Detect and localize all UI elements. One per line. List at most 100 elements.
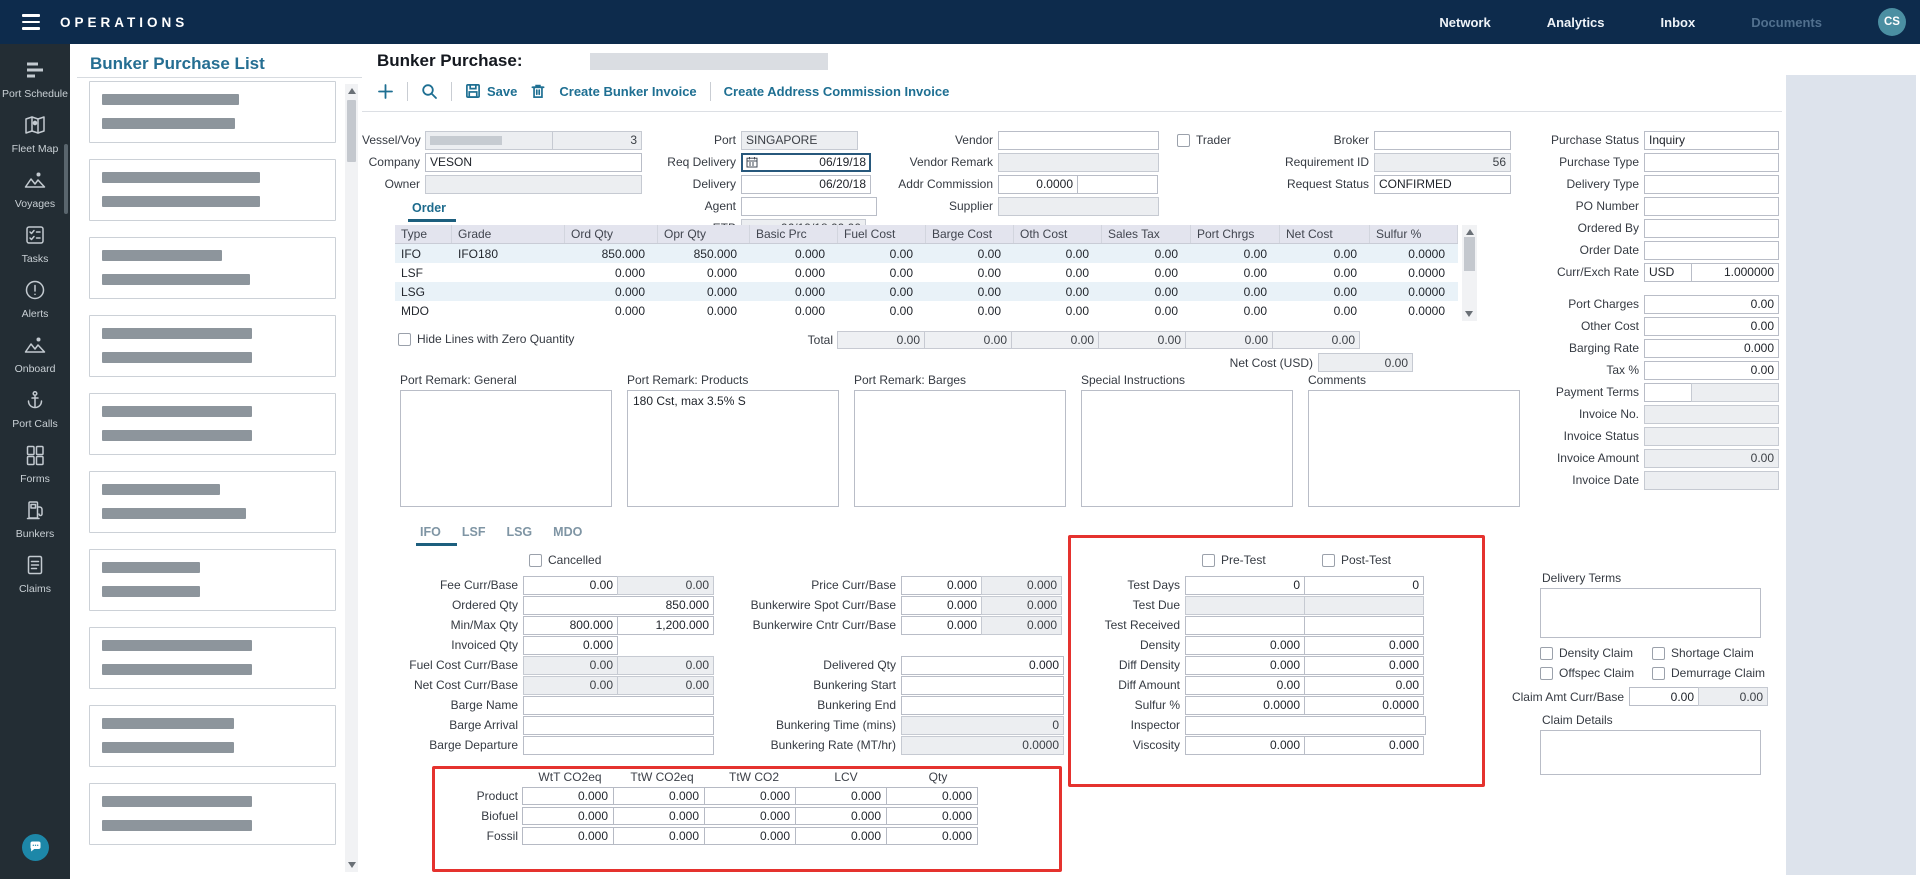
co2-cell[interactable]: 0.000 [613, 827, 705, 845]
hide-zero-qty-checkbox[interactable] [398, 333, 411, 346]
bunkering-end-field[interactable] [901, 696, 1064, 715]
co2-cell[interactable]: 0.000 [704, 787, 796, 805]
remark-textarea[interactable] [400, 390, 612, 507]
purchase-type-field[interactable] [1644, 153, 1779, 172]
co2-cell[interactable]: 0.000 [795, 807, 887, 825]
add-button[interactable] [377, 83, 394, 100]
offspec-claim-checkbox[interactable] [1540, 667, 1553, 680]
claim-details-textarea[interactable] [1540, 730, 1761, 775]
co2-cell[interactable]: 0.000 [704, 807, 796, 825]
addr-commission-field[interactable]: 0.0000 [998, 175, 1078, 194]
delivery-field[interactable]: 06/20/18 [741, 175, 871, 194]
viscosity-pre-field[interactable]: 0.000 [1185, 736, 1305, 755]
nav-documents[interactable]: Documents [1751, 15, 1822, 30]
list-item[interactable] [89, 783, 336, 845]
min-qty-field[interactable]: 800.000 [523, 616, 618, 635]
sidebar-item-alerts[interactable]: Alerts [0, 278, 70, 320]
chat-fab[interactable] [22, 834, 49, 861]
fee-curr-field[interactable]: 0.00 [523, 576, 618, 595]
density-pre-field[interactable]: 0.000 [1185, 636, 1305, 655]
scroll-thumb[interactable] [1464, 237, 1475, 271]
remark-textarea[interactable] [1308, 390, 1520, 507]
vendor-field[interactable] [998, 131, 1159, 150]
delete-button[interactable] [530, 83, 546, 99]
co2-cell[interactable]: 0.000 [522, 787, 614, 805]
test-days-post-field[interactable]: 0 [1304, 576, 1424, 595]
post-test-checkbox[interactable] [1322, 554, 1335, 567]
table-row[interactable]: MDO 0.000 0.000 0.000 0.00 0.00 0.00 0.0… [395, 301, 1458, 320]
viscosity-post-field[interactable]: 0.000 [1304, 736, 1424, 755]
scroll-thumb[interactable] [347, 100, 356, 162]
sulfur-post-field[interactable]: 0.0000 [1304, 696, 1424, 715]
bunkering-start-field[interactable] [901, 676, 1064, 695]
invoiced-qty-field[interactable]: 0.000 [523, 636, 618, 655]
po-number-field[interactable] [1644, 197, 1779, 216]
diff-density-post-field[interactable]: 0.000 [1304, 656, 1424, 675]
sidebar-item-bunkers[interactable]: Bunkers [0, 498, 70, 540]
exch-rate-field[interactable]: 1.000000 [1691, 263, 1779, 282]
ordered-by-field[interactable] [1644, 219, 1779, 238]
co2-cell[interactable]: 0.000 [613, 787, 705, 805]
max-qty-field[interactable]: 1,200.000 [617, 616, 714, 635]
list-item[interactable] [89, 471, 336, 533]
sidebar-item-voyages[interactable]: Voyages [0, 168, 70, 210]
sidebar-item-forms[interactable]: Forms [0, 443, 70, 485]
bunkerwire-cntr-curr-field[interactable]: 0.000 [901, 616, 982, 635]
other-cost-field[interactable]: 0.00 [1644, 317, 1779, 336]
nav-inbox[interactable]: Inbox [1661, 15, 1696, 30]
list-item[interactable] [89, 549, 336, 611]
sulfur-pre-field[interactable]: 0.0000 [1185, 696, 1305, 715]
nav-network[interactable]: Network [1439, 15, 1490, 30]
save-button[interactable]: Save [465, 83, 517, 99]
req-delivery-field[interactable]: 06/19/18 [741, 153, 871, 172]
diff-density-pre-field[interactable]: 0.000 [1185, 656, 1305, 675]
fuel-type-tab[interactable]: MDO [553, 525, 582, 539]
avatar[interactable]: CS [1878, 8, 1906, 36]
list-item[interactable] [89, 705, 336, 767]
co2-cell[interactable]: 0.000 [886, 787, 978, 805]
scroll-up-icon[interactable] [348, 88, 356, 94]
sidebar-item-port-calls[interactable]: Port Calls [0, 388, 70, 430]
density-post-field[interactable]: 0.000 [1304, 636, 1424, 655]
menu-icon[interactable] [22, 14, 40, 30]
list-item[interactable] [89, 315, 336, 377]
claim-amt-curr-field[interactable]: 0.00 [1629, 687, 1699, 706]
list-item[interactable] [89, 627, 336, 689]
scroll-down-icon[interactable] [1465, 311, 1473, 317]
co2-cell[interactable]: 0.000 [886, 807, 978, 825]
remark-textarea[interactable] [854, 390, 1066, 507]
barge-arrival-field[interactable] [523, 716, 714, 735]
barge-name-field[interactable] [523, 696, 714, 715]
sidebar-item-tasks[interactable]: Tasks [0, 223, 70, 265]
test-days-pre-field[interactable]: 0 [1185, 576, 1305, 595]
fuel-type-tab[interactable]: LSG [506, 525, 532, 539]
create-bunker-invoice-button[interactable]: Create Bunker Invoice [559, 84, 696, 99]
list-item[interactable] [89, 81, 336, 143]
density-claim-checkbox[interactable] [1540, 647, 1553, 660]
sidebar-item-onboard[interactable]: Onboard [0, 333, 70, 375]
broker-field[interactable] [1374, 131, 1511, 150]
sidebar-item-claims[interactable]: Claims [0, 553, 70, 595]
co2-cell[interactable]: 0.000 [795, 787, 887, 805]
addr-commission-curr-field[interactable] [1077, 175, 1158, 194]
cancelled-checkbox[interactable] [529, 554, 542, 567]
table-row[interactable]: IFO IFO180 850.000 850.000 0.000 0.00 0.… [395, 244, 1458, 263]
co2-cell[interactable]: 0.000 [522, 807, 614, 825]
tax-pct-field[interactable]: 0.00 [1644, 361, 1779, 380]
currency-field[interactable]: USD [1644, 263, 1692, 282]
list-item[interactable] [89, 237, 336, 299]
co2-cell[interactable]: 0.000 [795, 827, 887, 845]
test-received-post-field[interactable] [1304, 616, 1424, 635]
payment-terms-field[interactable] [1644, 383, 1692, 402]
purchase-status-field[interactable]: Inquiry [1644, 131, 1779, 150]
fuel-type-tab[interactable]: LSF [462, 525, 486, 539]
order-table-scrollbar[interactable] [1462, 225, 1477, 321]
sidebar-scrollbar[interactable] [64, 144, 68, 214]
list-item[interactable] [89, 159, 336, 221]
inspector-field[interactable] [1185, 716, 1426, 735]
delivered-qty-field[interactable]: 0.000 [901, 656, 1064, 675]
price-curr-field[interactable]: 0.000 [901, 576, 982, 595]
co2-cell[interactable]: 0.000 [704, 827, 796, 845]
list-item[interactable] [89, 393, 336, 455]
bunkerwire-spot-curr-field[interactable]: 0.000 [901, 596, 982, 615]
